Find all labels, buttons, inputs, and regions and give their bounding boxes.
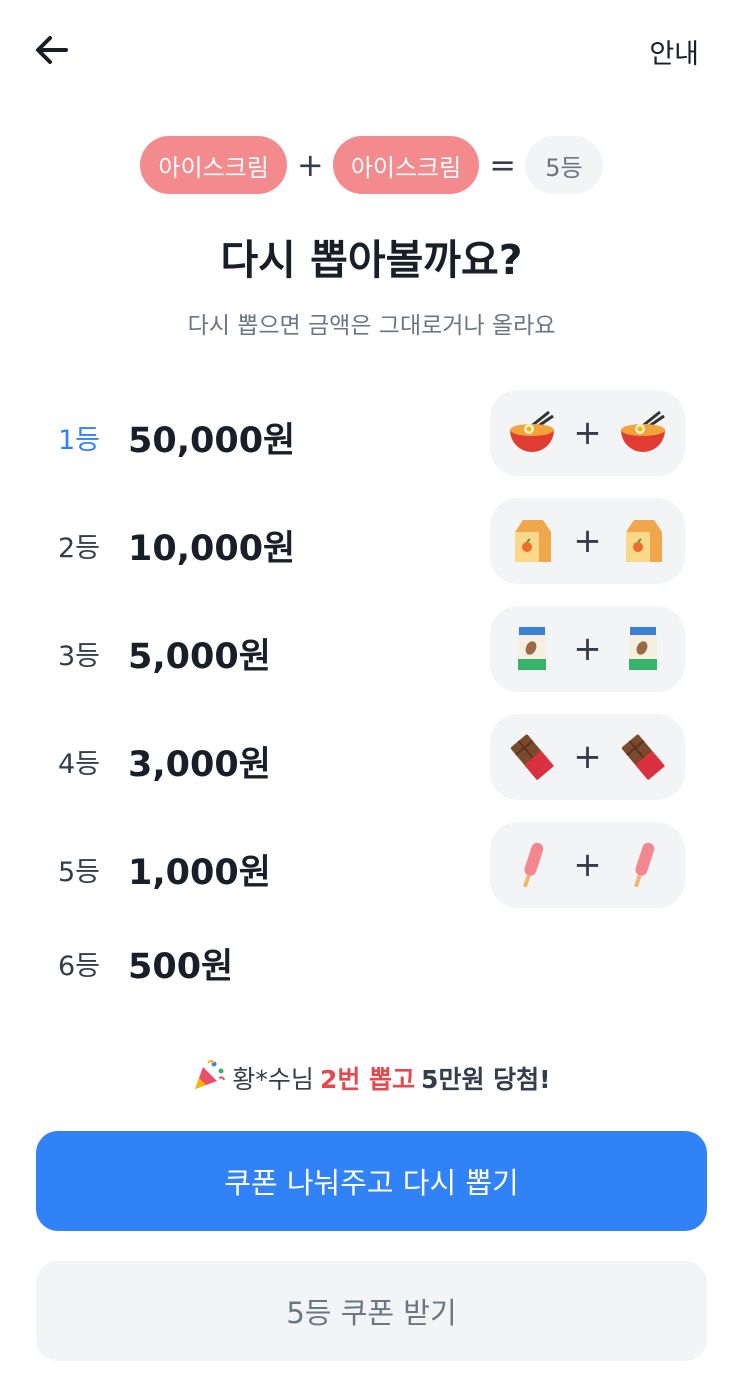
ramen-bowl-icon — [618, 408, 668, 458]
prize-amount: 10,000원 — [128, 529, 296, 569]
ice-pop-icon — [507, 840, 557, 890]
prize-rank: 1등 — [58, 425, 101, 456]
chocolate-bar-icon — [618, 732, 668, 782]
back-button[interactable] — [30, 28, 74, 72]
prize-row-4: 4등 3,000원 + — [0, 714, 743, 800]
nut-snack-pack-icon — [507, 624, 557, 674]
winner-name: 황*수님 — [232, 1065, 314, 1094]
juice-carton-icon — [507, 516, 557, 566]
prize-row-2: 2등 10,000원 + — [0, 498, 743, 584]
prize-combo: + — [490, 714, 685, 800]
prize-combo: + — [490, 822, 685, 908]
prize-rank: 3등 — [58, 641, 101, 672]
plus-sign: + — [573, 413, 602, 453]
prize-amount: 500원 — [128, 947, 234, 987]
draw-result-combo: 아이스크림 + 아이스크림 = 5등 — [0, 136, 743, 194]
page-title: 다시 뽑아볼까요? — [220, 236, 523, 284]
result-rank-pill: 5등 — [525, 136, 603, 194]
chocolate-bar-icon — [507, 732, 557, 782]
prize-combo: + — [490, 390, 685, 476]
prize-row-5: 5등 1,000원 + — [0, 822, 743, 908]
ice-pop-icon — [618, 840, 668, 890]
winner-highlight: 2번 뽑고 — [319, 1065, 416, 1094]
prize-amount: 5,000원 — [128, 637, 271, 677]
juice-carton-icon — [618, 516, 668, 566]
prize-row-3: 3등 5,000원 + — [0, 606, 743, 692]
prize-rank: 4등 — [58, 749, 101, 780]
prize-combo: + — [490, 606, 685, 692]
drawn-item-pill-1: 아이스크림 — [140, 136, 287, 194]
plus-sign: + — [573, 737, 602, 777]
plus-sign: + — [573, 521, 602, 561]
plus-sign: + — [296, 146, 324, 184]
prize-amount: 1,000원 — [128, 853, 271, 893]
winner-result: 5만원 당첨! — [421, 1065, 551, 1094]
claim-coupon-button[interactable]: 5등 쿠폰 받기 — [36, 1261, 707, 1361]
plus-sign: + — [573, 629, 602, 669]
equals-sign: = — [489, 146, 517, 184]
guide-button[interactable]: 안내 — [649, 32, 699, 71]
ramen-bowl-icon — [507, 408, 557, 458]
prize-rank: 6등 — [58, 951, 101, 982]
party-popper-icon — [192, 1058, 226, 1098]
prize-combo: + — [490, 498, 685, 584]
share-coupon-redraw-button[interactable]: 쿠폰 나눠주고 다시 뽑기 — [36, 1131, 707, 1231]
prize-amount: 3,000원 — [128, 745, 271, 785]
prize-rank: 2등 — [58, 533, 101, 564]
prize-amount: 50,000원 — [128, 421, 296, 461]
prize-row-1: 1등 50,000원 + — [0, 390, 743, 476]
nut-snack-pack-icon — [618, 624, 668, 674]
top-bar: 안내 — [0, 0, 743, 100]
prize-row-6: 6등 500원 — [0, 916, 743, 1002]
winner-ticker: 황*수님 2번 뽑고 5만원 당첨! — [0, 1058, 743, 1098]
plus-sign: + — [573, 845, 602, 885]
drawn-item-pill-2: 아이스크림 — [332, 136, 480, 194]
prize-rank: 5등 — [58, 857, 101, 888]
page-subtitle: 다시 뽑으면 금액은 그대로거나 올라요 — [187, 313, 556, 339]
arrow-left-icon — [36, 36, 68, 64]
